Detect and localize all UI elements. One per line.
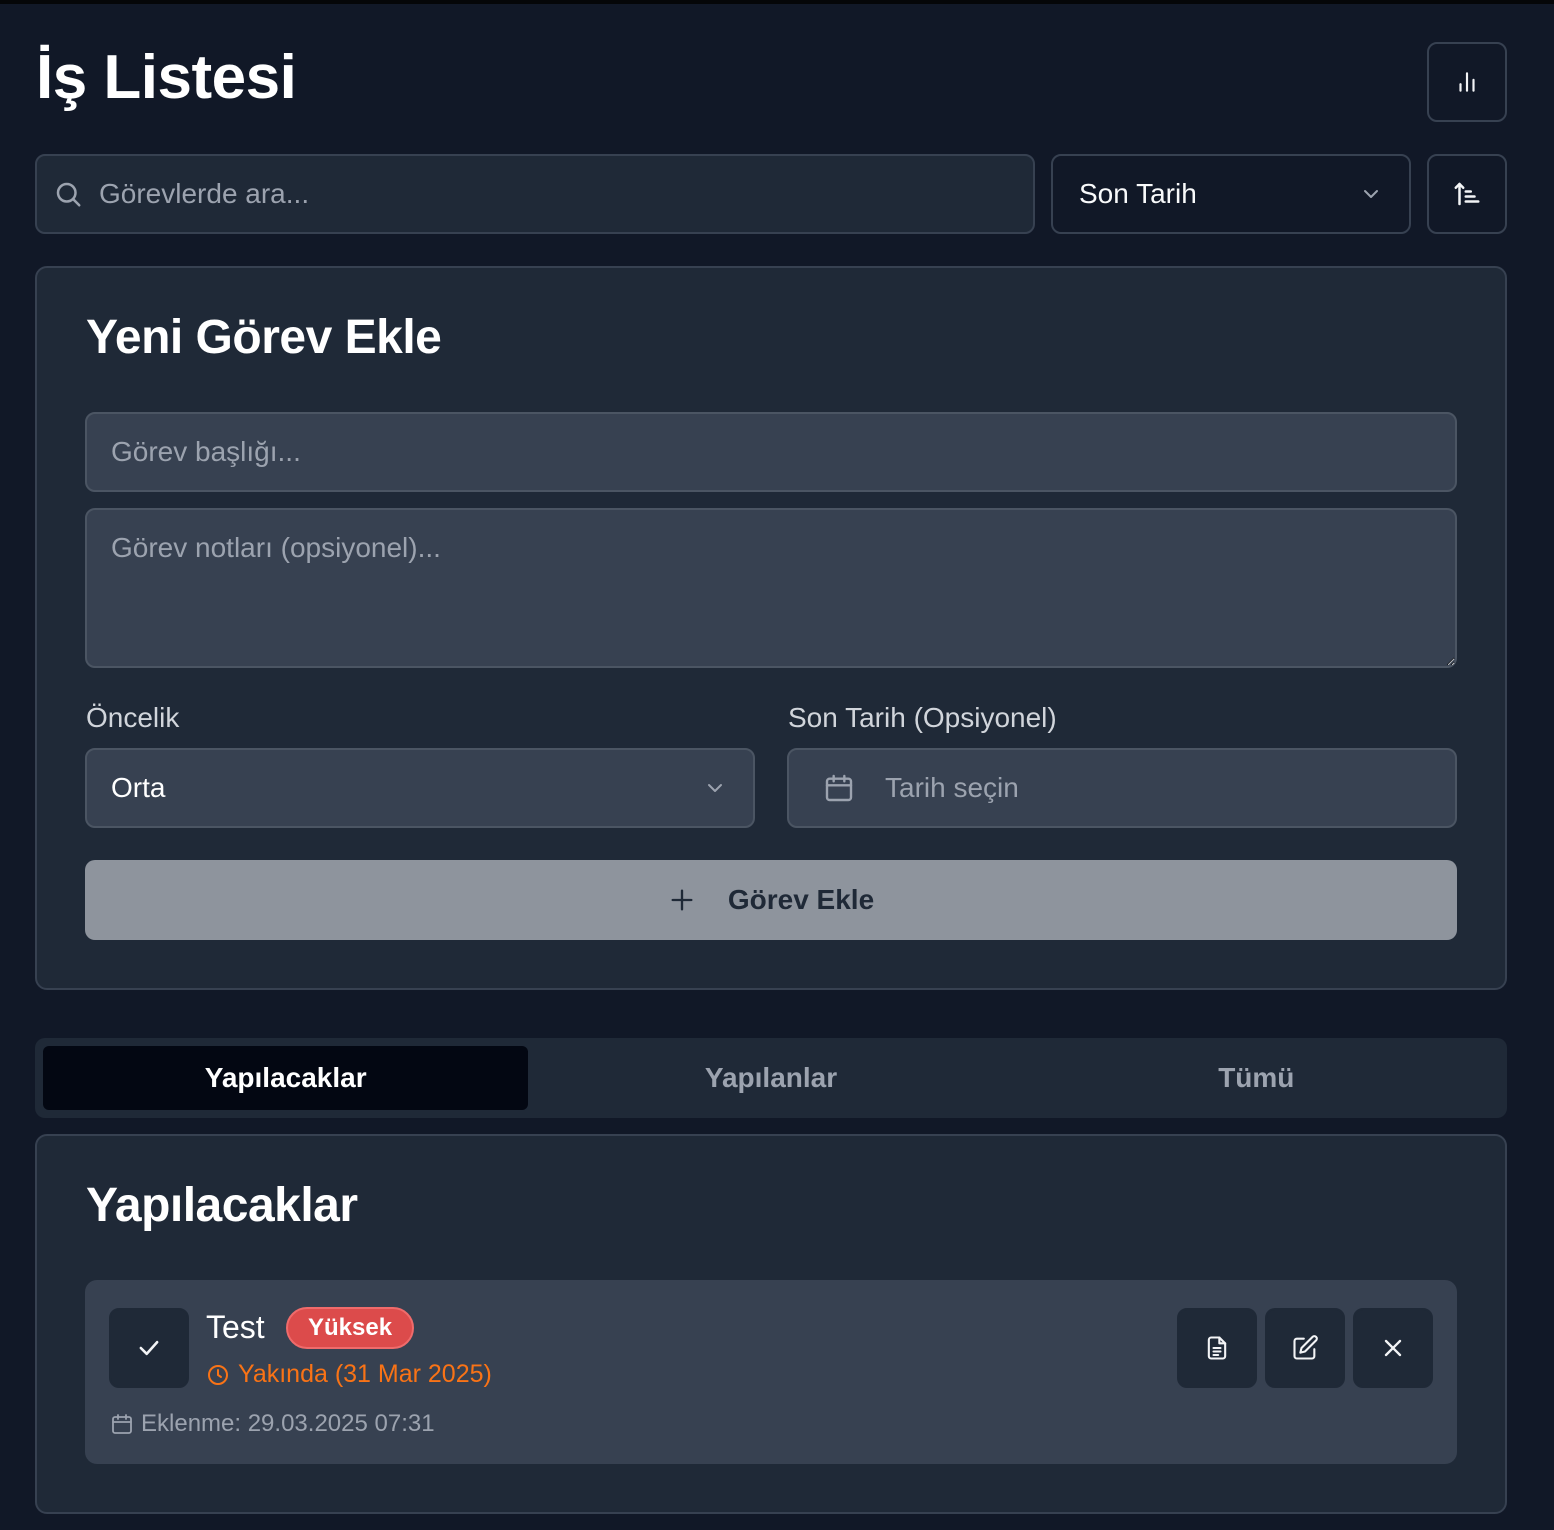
sort-select-value: Son Tarih — [1079, 178, 1197, 209]
plus-icon — [671, 889, 693, 911]
priority-select[interactable]: Orta — [85, 748, 755, 828]
sort-select[interactable]: Son Tarih — [1051, 154, 1411, 234]
priority-select-value: Orta — [111, 772, 166, 803]
chevron-down-icon — [1364, 190, 1378, 198]
tab-todo[interactable]: Yapılacaklar — [43, 1046, 529, 1110]
bar-chart-icon — [1459, 72, 1475, 92]
complete-task-button[interactable] — [109, 1308, 189, 1388]
stats-button[interactable] — [1427, 42, 1507, 122]
task-due-text: Yakında (31 Mar 2025) — [238, 1360, 492, 1388]
tab-done[interactable]: Yapılanlar — [528, 1046, 1013, 1110]
document-icon — [1207, 1336, 1227, 1360]
task-title: Test — [206, 1309, 265, 1345]
page-title: İş Listesi — [36, 43, 297, 112]
calendar-icon — [112, 1414, 132, 1434]
search-bar — [35, 154, 1035, 234]
clock-icon — [208, 1364, 228, 1385]
task-created: Eklenme: 29.03.2025 07:31 — [110, 1410, 435, 1438]
chevron-down-icon — [708, 784, 722, 792]
tab-bar: Yapılacaklar Yapılanlar Tümü — [35, 1038, 1507, 1118]
task-title-input[interactable] — [85, 412, 1457, 492]
delete-task-button[interactable] — [1353, 1308, 1433, 1388]
close-icon — [1384, 1339, 1402, 1357]
task-notes-textarea[interactable] — [85, 508, 1457, 668]
add-task-button[interactable]: Görev Ekle — [85, 860, 1457, 940]
task-due: Yakında (31 Mar 2025) — [206, 1360, 492, 1389]
due-date-picker[interactable]: Tarih seçin — [787, 748, 1457, 828]
priority-label: Öncelik — [86, 702, 180, 733]
edit-task-button[interactable] — [1265, 1308, 1345, 1388]
search-icon — [56, 182, 81, 207]
sort-direction-button[interactable] — [1427, 154, 1507, 234]
notes-button[interactable] — [1177, 1308, 1257, 1388]
edit-icon — [1293, 1335, 1318, 1360]
task-list-heading: Yapılacaklar — [86, 1179, 358, 1232]
priority-badge: Yüksek — [286, 1307, 415, 1349]
tab-all[interactable]: Tümü — [1014, 1046, 1499, 1110]
task-created-text: Eklenme: 29.03.2025 07:31 — [141, 1410, 435, 1437]
due-date-placeholder: Tarih seçin — [885, 772, 1019, 803]
add-task-button-label: Görev Ekle — [727, 884, 875, 915]
due-date-label: Son Tarih (Opsiyonel) — [788, 702, 1057, 733]
new-task-heading: Yeni Görev Ekle — [86, 311, 442, 364]
sort-ascending-icon — [1454, 182, 1480, 206]
check-icon — [139, 1340, 159, 1356]
calendar-icon — [825, 774, 853, 802]
search-input[interactable] — [99, 178, 979, 210]
